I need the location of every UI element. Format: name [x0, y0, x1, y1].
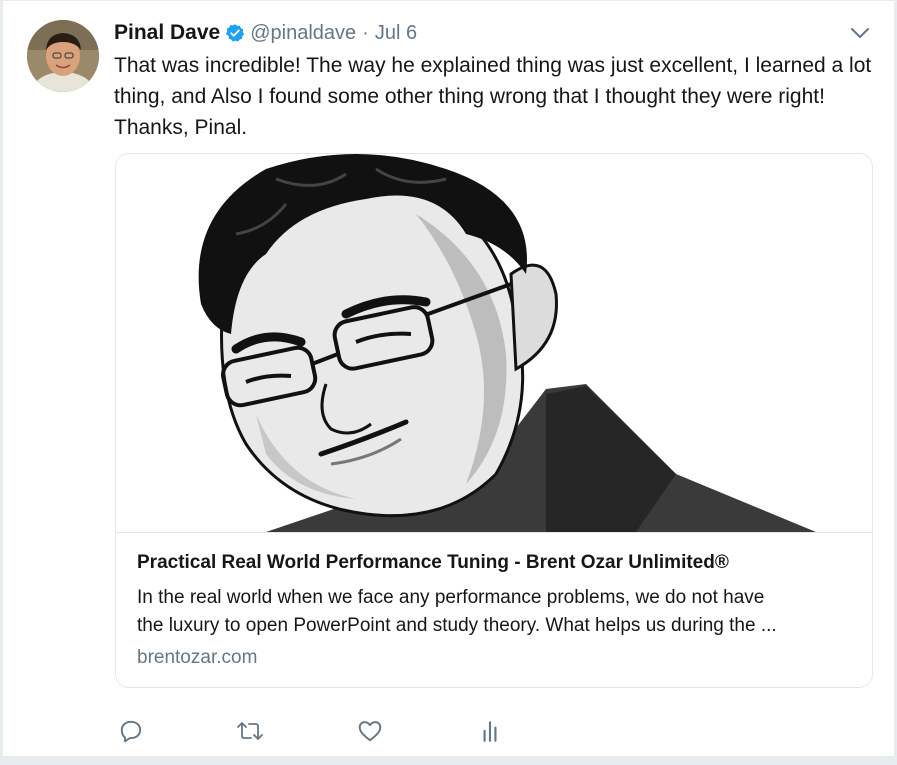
analytics-icon[interactable] — [477, 718, 503, 744]
link-preview-card[interactable]: Practical Real World Performance Tuning … — [115, 153, 873, 688]
card-domain: brentozar.com — [137, 647, 258, 668]
tweet-header: Pinal Dave @pinaldave · Jul 6 — [114, 19, 417, 47]
like-icon[interactable] — [357, 718, 383, 744]
card-title[interactable]: Practical Real World Performance Tuning … — [137, 550, 857, 576]
illustrated-portrait-icon — [198, 154, 816, 532]
frame-bottom-border — [0, 756, 897, 765]
author-avatar[interactable] — [27, 20, 99, 92]
tweet-timestamp[interactable]: Jul 6 — [375, 22, 417, 45]
tweet-text: That was incredible! The way he explaine… — [114, 54, 872, 139]
card-image[interactable] — [116, 154, 872, 533]
frame-top-border — [3, 0, 894, 1]
author-name[interactable]: Pinal Dave — [114, 21, 220, 45]
retweet-icon[interactable] — [236, 718, 263, 744]
card-description: In the real world when we face any perfo… — [137, 587, 777, 636]
author-handle[interactable]: @pinaldave — [250, 22, 356, 45]
avatar-photo-icon — [27, 20, 99, 92]
tweet-options-chevron-down-icon[interactable] — [849, 24, 871, 42]
reply-icon[interactable] — [118, 718, 144, 744]
header-separator: · — [362, 21, 369, 44]
frame-left-border — [0, 0, 3, 765]
verified-badge-icon — [225, 23, 245, 43]
